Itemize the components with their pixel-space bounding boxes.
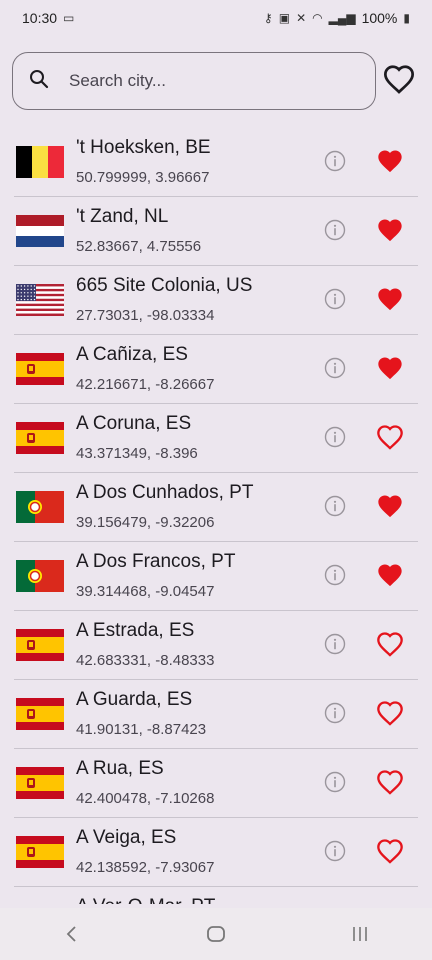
flag-es-icon <box>16 629 64 661</box>
heart-outline-icon[interactable] <box>376 838 404 864</box>
city-list[interactable]: 't Hoeksken, BE 50.799999, 3.96667 't Zand… <box>14 128 418 904</box>
home-button[interactable] <box>186 914 246 954</box>
city-row[interactable]: A Veiga, ES 42.138592, -7.93067 <box>14 818 418 887</box>
signal-icon: ▂▄▆ <box>328 11 356 25</box>
status-time: 10:30 <box>22 10 58 26</box>
back-icon <box>66 926 76 942</box>
search-icon <box>29 69 49 94</box>
flag-es-icon <box>16 422 64 454</box>
info-icon[interactable] <box>324 150 346 172</box>
city-coordinates: 43.371349, -8.396 <box>76 445 198 462</box>
flag-pt-icon <box>16 491 64 523</box>
info-icon[interactable] <box>324 219 346 241</box>
heart-filled-icon[interactable] <box>376 562 404 588</box>
heart-outline-icon[interactable] <box>376 631 404 657</box>
city-coordinates: 50.799999, 3.96667 <box>76 169 210 186</box>
heart-filled-icon[interactable] <box>376 148 404 174</box>
city-row[interactable]: A Dos Cunhados, PT 39.156479, -9.32206 <box>14 473 418 542</box>
search-input[interactable] <box>67 70 331 92</box>
info-icon[interactable] <box>324 357 346 379</box>
city-row[interactable]: 't Zand, NL 52.83667, 4.75556 <box>14 197 418 266</box>
city-row[interactable]: A Coruna, ES 43.371349, -8.396 <box>14 404 418 473</box>
search-row <box>12 51 422 111</box>
city-row[interactable]: A Ver-O-Mar, PT <box>14 887 418 904</box>
heart-outline-icon <box>382 64 416 99</box>
heart-filled-icon[interactable] <box>376 355 404 381</box>
mute-icon: ✕ <box>296 11 307 25</box>
heart-filled-icon[interactable] <box>376 286 404 312</box>
recents-button[interactable] <box>330 914 390 954</box>
heart-filled-icon[interactable] <box>376 493 404 519</box>
flag-nl-icon <box>16 215 64 247</box>
system-nav-bar <box>0 908 432 960</box>
city-row[interactable]: A Cañiza, ES 42.216671, -8.26667 <box>14 335 418 404</box>
battery-icon: ▮ <box>403 11 410 25</box>
back-button[interactable] <box>42 914 102 954</box>
city-name: A Ver-O-Mar, PT <box>76 896 215 904</box>
city-row[interactable]: A Rua, ES 42.400478, -7.10268 <box>14 749 418 818</box>
city-coordinates: 42.400478, -7.10268 <box>76 790 215 807</box>
info-icon[interactable] <box>324 633 346 655</box>
key-icon: ⚷ <box>263 11 273 25</box>
city-row[interactable]: A Estrada, ES 42.683331, -8.48333 <box>14 611 418 680</box>
city-name: A Rua, ES <box>76 758 164 779</box>
flag-es-icon <box>16 767 64 799</box>
status-left: 10:30 ▭ <box>22 10 74 26</box>
city-name: 't Zand, NL <box>76 206 169 227</box>
heart-outline-icon[interactable] <box>376 424 404 450</box>
flag-es-icon <box>16 698 64 730</box>
search-box[interactable] <box>12 52 376 110</box>
city-coordinates: 41.90131, -8.87423 <box>76 721 207 738</box>
flag-pt-icon <box>16 560 64 592</box>
heart-filled-icon[interactable] <box>376 217 404 243</box>
flag-es-icon <box>16 353 64 385</box>
flag-be-icon <box>16 146 64 178</box>
info-icon[interactable] <box>324 495 346 517</box>
notification-icon: ▭ <box>63 11 75 25</box>
flag-us-icon <box>16 284 64 316</box>
city-coordinates: 42.138592, -7.93067 <box>76 859 215 876</box>
city-name: A Veiga, ES <box>76 827 177 848</box>
info-icon[interactable] <box>324 840 346 862</box>
status-bar: 10:30 ▭ ⚷ ▣ ✕ ◠ ▂▄▆ 100% ▮ <box>0 0 432 36</box>
heart-outline-icon[interactable] <box>376 700 404 726</box>
city-coordinates: 39.156479, -9.32206 <box>76 514 215 531</box>
battery-level: 100% <box>361 10 398 26</box>
info-icon[interactable] <box>324 288 346 310</box>
status-right: ⚷ ▣ ✕ ◠ ▂▄▆ 100% ▮ <box>264 10 410 26</box>
info-icon[interactable] <box>324 426 346 448</box>
flag-es-icon <box>16 836 64 868</box>
city-row[interactable]: 't Hoeksken, BE 50.799999, 3.96667 <box>14 128 418 197</box>
info-icon[interactable] <box>324 564 346 586</box>
city-coordinates: 39.314468, -9.04547 <box>76 583 215 600</box>
city-coordinates: 42.216671, -8.26667 <box>76 376 215 393</box>
city-row[interactable]: 665 Site Colonia, US 27.73031, -98.03334 <box>14 266 418 335</box>
wifi-icon: ◠ <box>312 11 323 25</box>
city-coordinates: 52.83667, 4.75556 <box>76 238 202 255</box>
city-coordinates: 42.683331, -8.48333 <box>76 652 215 669</box>
recents-icon <box>353 927 367 941</box>
city-name: A Coruna, ES <box>76 413 192 434</box>
heart-outline-icon[interactable] <box>376 769 404 795</box>
city-row[interactable]: A Guarda, ES 41.90131, -8.87423 <box>14 680 418 749</box>
city-name: A Cañiza, ES <box>76 344 188 365</box>
home-icon <box>207 926 225 942</box>
city-name: A Guarda, ES <box>76 689 193 710</box>
city-coordinates: 27.73031, -98.03334 <box>76 307 215 324</box>
info-icon[interactable] <box>324 771 346 793</box>
city-name: 't Hoeksken, BE <box>76 137 211 158</box>
city-name: A Dos Francos, PT <box>76 551 236 572</box>
info-icon[interactable] <box>324 702 346 724</box>
city-row[interactable]: A Dos Francos, PT 39.314468, -9.04547 <box>14 542 418 611</box>
city-name: A Dos Cunhados, PT <box>76 482 254 503</box>
city-name: 665 Site Colonia, US <box>76 275 253 296</box>
favorites-filter-button[interactable] <box>376 58 422 104</box>
city-name: A Estrada, ES <box>76 620 195 641</box>
lock-icon: ▣ <box>278 11 291 25</box>
